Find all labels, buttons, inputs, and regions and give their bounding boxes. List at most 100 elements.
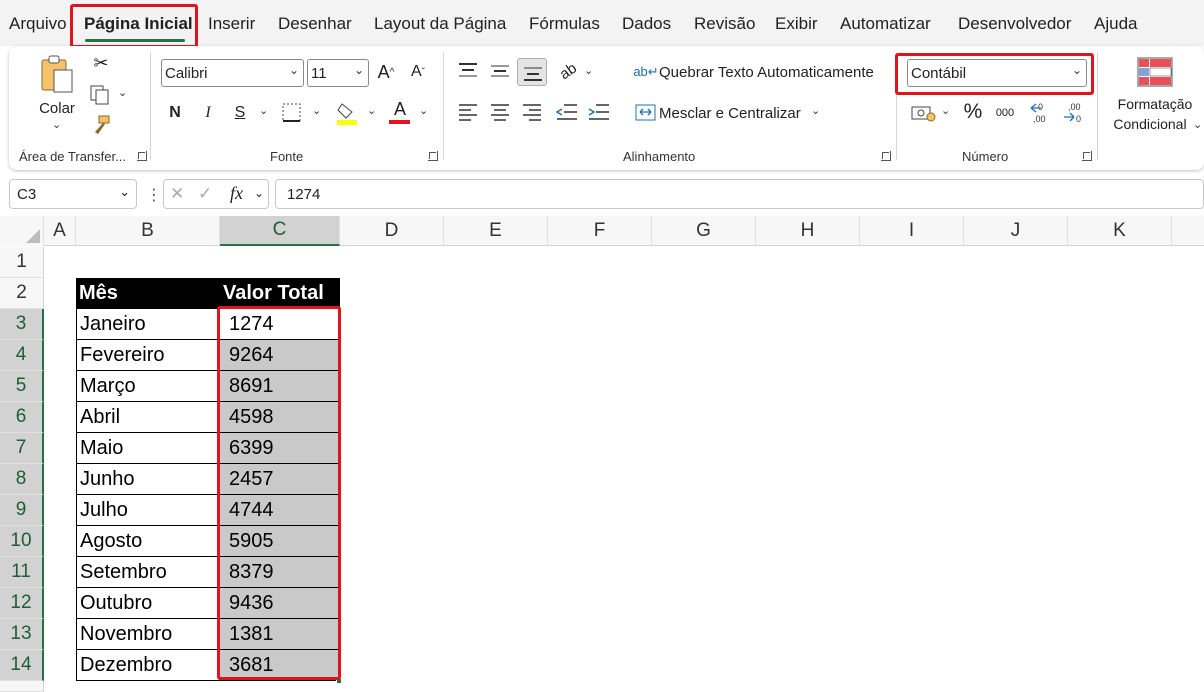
paste-button[interactable]: Colar <box>37 98 77 118</box>
orientation-dropdown-icon[interactable]: ⌄ <box>584 64 593 77</box>
column-header-b[interactable]: B <box>76 216 220 246</box>
copy-icon[interactable] <box>89 84 113 106</box>
enter-icon[interactable]: ✓ <box>198 184 212 204</box>
column-header-i[interactable]: I <box>860 216 964 246</box>
wrap-text-icon[interactable]: ab↵ <box>633 61 658 83</box>
merge-dropdown-icon[interactable]: ⌄ <box>811 104 820 117</box>
table-cell-value[interactable]: 2457 <box>220 464 340 495</box>
table-cell-value[interactable]: 9436 <box>220 588 340 619</box>
tab-layout-da-pagina[interactable]: Layout da Página <box>374 14 506 34</box>
tab-formulas[interactable]: Fórmulas <box>529 14 600 34</box>
column-header-j[interactable]: J <box>964 216 1068 246</box>
row-header[interactable]: 14 <box>0 650 44 681</box>
table-cell-value[interactable]: 1381 <box>220 619 340 650</box>
table-cell-month[interactable]: Junho <box>76 464 220 495</box>
tab-desenvolvedor[interactable]: Desenvolvedor <box>958 14 1071 34</box>
cancel-icon[interactable]: ✕ <box>170 184 184 204</box>
thousands-separator-button[interactable]: 000 <box>993 102 1017 124</box>
format-painter-icon[interactable] <box>89 114 113 136</box>
alignment-launcher-icon[interactable] <box>881 151 891 161</box>
table-header-valor-total[interactable]: Valor Total <box>220 278 340 309</box>
column-header-k[interactable]: K <box>1068 216 1172 246</box>
wrap-text-button[interactable]: Quebrar Texto Automaticamente <box>659 61 874 83</box>
number-format-select[interactable]: Contábil ⌄ <box>907 59 1087 87</box>
table-cell-value[interactable]: 9264 <box>220 340 340 371</box>
name-box[interactable]: C3 ⌄ <box>9 179 137 209</box>
table-cell-value[interactable]: 8691 <box>220 371 340 402</box>
align-left-icon[interactable] <box>458 103 478 121</box>
increase-decimal-icon[interactable]: 0 ,00 <box>1029 100 1053 124</box>
column-header-h[interactable]: H <box>756 216 860 246</box>
row-header[interactable]: 10 <box>0 526 44 557</box>
row-header[interactable]: 9 <box>0 495 44 526</box>
copy-dropdown-icon[interactable]: ⌄ <box>118 86 127 99</box>
row-header[interactable]: 4 <box>0 340 44 371</box>
bold-button[interactable]: N <box>164 101 186 125</box>
decrease-decimal-icon[interactable]: ,00 0 <box>1060 100 1084 124</box>
tab-inserir[interactable]: Inserir <box>208 14 255 34</box>
increase-indent-icon[interactable] <box>588 103 610 121</box>
clipboard-launcher-icon[interactable] <box>137 151 147 161</box>
table-cell-month[interactable]: Agosto <box>76 526 220 557</box>
italic-button[interactable]: I <box>197 101 219 125</box>
table-cell-month[interactable]: Dezembro <box>76 650 220 681</box>
row-header[interactable]: 2 <box>0 278 44 309</box>
align-bottom-button[interactable] <box>517 58 547 86</box>
underline-button[interactable]: S <box>229 101 251 125</box>
tab-pagina-inicial[interactable]: Página Inicial <box>84 14 193 34</box>
more-options-icon[interactable]: ⋮ <box>146 185 162 205</box>
number-launcher-icon[interactable] <box>1082 151 1092 161</box>
cut-icon[interactable]: ✂ <box>91 52 111 74</box>
table-header-mes[interactable]: Mês <box>76 278 220 309</box>
align-right-icon[interactable] <box>522 103 542 121</box>
tab-automatizar[interactable]: Automatizar <box>840 14 931 34</box>
percent-button[interactable]: % <box>961 100 985 124</box>
align-middle-icon[interactable] <box>490 62 510 80</box>
row-header[interactable]: 11 <box>0 557 44 588</box>
fill-color-icon[interactable] <box>336 100 360 126</box>
tab-arquivo[interactable]: Arquivo <box>9 14 67 34</box>
column-header-d[interactable]: D <box>340 216 444 246</box>
font-color-icon[interactable]: A <box>389 98 411 120</box>
tab-ajuda[interactable]: Ajuda <box>1094 14 1137 34</box>
row-header[interactable]: 13 <box>0 619 44 650</box>
paste-dropdown-icon[interactable]: ⌄ <box>52 118 61 131</box>
conditional-formatting-label-2[interactable]: Condicional <box>1106 115 1194 133</box>
formula-input[interactable]: 1274 <box>275 179 1204 209</box>
row-header[interactable]: 7 <box>0 433 44 464</box>
fill-color-dropdown-icon[interactable]: ⌄ <box>367 104 376 117</box>
table-cell-month[interactable]: Novembro <box>76 619 220 650</box>
table-cell-value-active[interactable]: 1274 <box>220 309 340 340</box>
row-header[interactable]: 12 <box>0 588 44 619</box>
conditional-formatting-icon[interactable] <box>1137 57 1173 87</box>
table-cell-month[interactable]: Julho <box>76 495 220 526</box>
table-cell-month[interactable]: Setembro <box>76 557 220 588</box>
align-center-icon[interactable] <box>490 103 510 121</box>
table-cell-value[interactable]: 3681 <box>220 650 340 681</box>
paste-icon[interactable] <box>38 54 76 94</box>
column-header-f[interactable]: F <box>548 216 652 246</box>
merge-center-icon[interactable] <box>635 103 657 123</box>
font-size-select[interactable]: 11 ⌄ <box>307 59 369 87</box>
table-cell-value[interactable]: 8379 <box>220 557 340 588</box>
row-header[interactable]: 8 <box>0 464 44 495</box>
row-header[interactable]: 3 <box>0 309 44 340</box>
tab-dados[interactable]: Dados <box>622 14 671 34</box>
conditional-formatting-dropdown-icon[interactable]: ⌄ <box>1193 118 1202 131</box>
underline-dropdown-icon[interactable]: ⌄ <box>259 104 268 117</box>
tab-revisao[interactable]: Revisão <box>694 14 755 34</box>
borders-icon[interactable] <box>281 102 303 124</box>
table-cell-month[interactable]: Março <box>76 371 220 402</box>
table-cell-month[interactable]: Fevereiro <box>76 340 220 371</box>
decrease-indent-icon[interactable] <box>556 103 578 121</box>
column-header-g[interactable]: G <box>652 216 756 246</box>
table-cell-month[interactable]: Outubro <box>76 588 220 619</box>
table-cell-value[interactable]: 4744 <box>220 495 340 526</box>
merge-center-button[interactable]: Mesclar e Centralizar <box>659 102 801 124</box>
table-cell-value[interactable]: 4598 <box>220 402 340 433</box>
table-cell-value[interactable]: 6399 <box>220 433 340 464</box>
select-all-corner[interactable] <box>0 216 44 246</box>
table-cell-value[interactable]: 5905 <box>220 526 340 557</box>
font-launcher-icon[interactable] <box>428 151 438 161</box>
column-header-e[interactable]: E <box>444 216 548 246</box>
